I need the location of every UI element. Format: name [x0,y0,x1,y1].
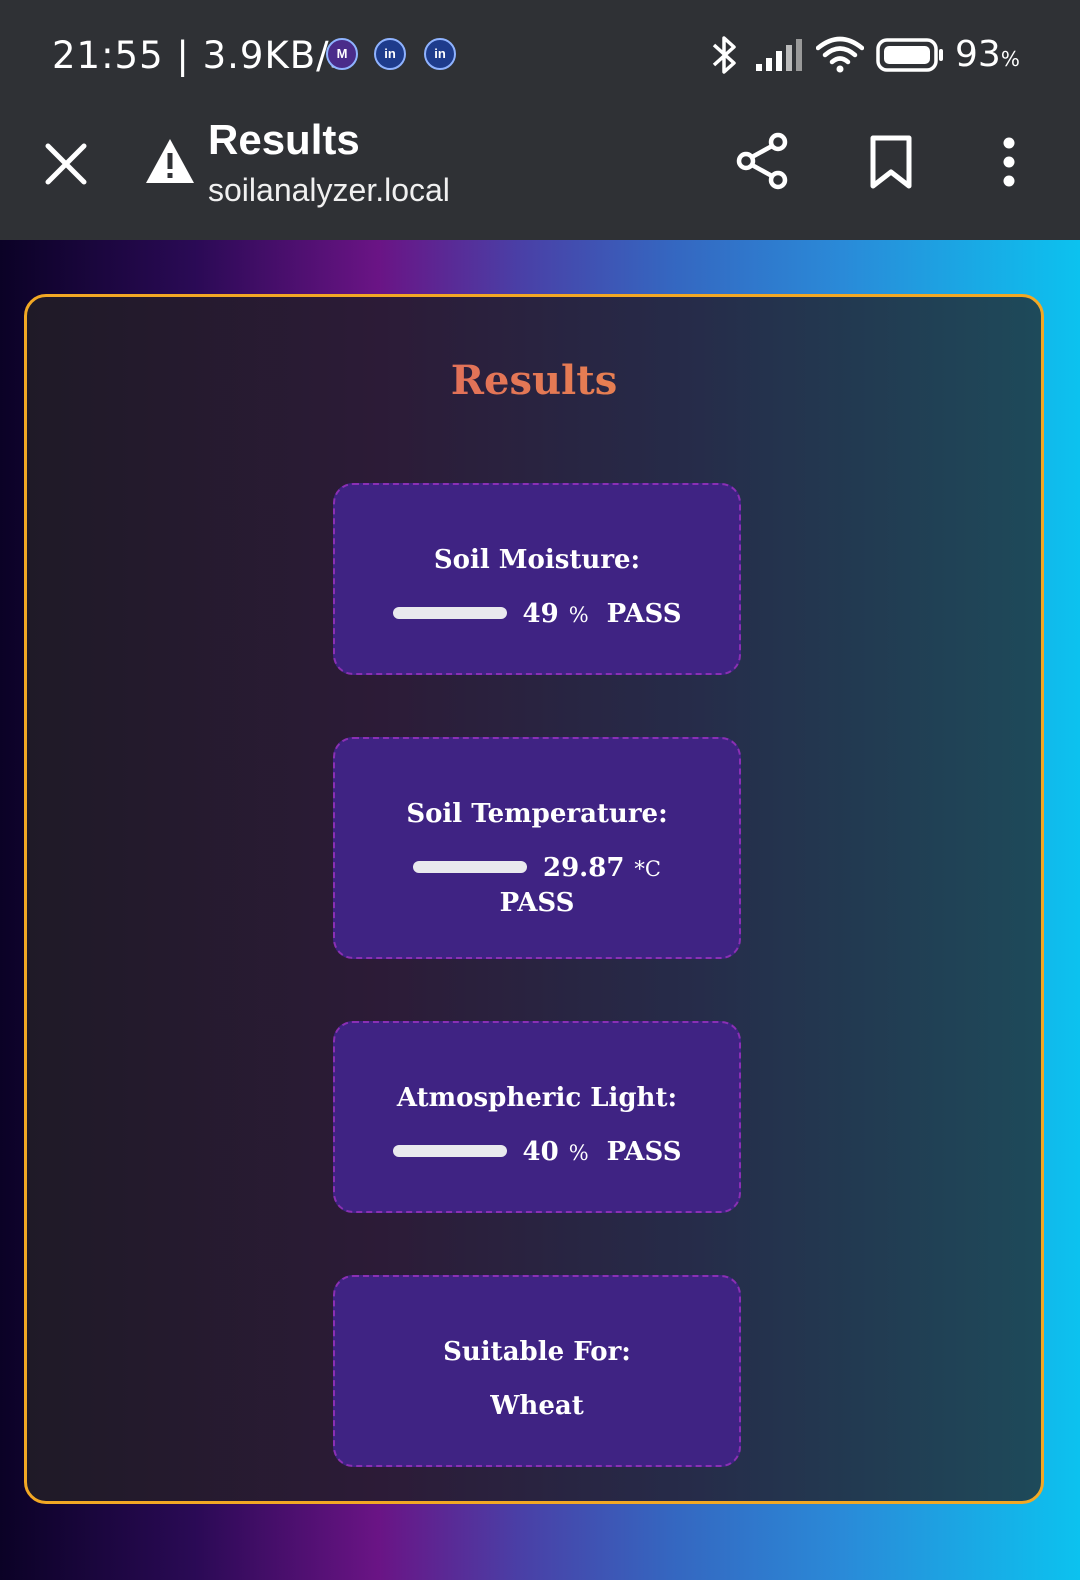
suitable-label: Suitable For: [443,1337,631,1367]
browser-toolbar: Results soilanalyzer.local [0,108,1080,240]
metric-unit: % [568,1141,589,1165]
battery-percent-unit: % [1000,47,1020,71]
soil-moisture-box: Soil Moisture: 49% PASS [333,483,741,675]
page-title: Results [27,357,1041,404]
bluetooth-icon [712,36,736,74]
warning-icon[interactable] [144,136,196,186]
close-icon[interactable] [40,138,92,190]
metric-reading: 29.87 *C PASS [335,851,739,920]
light-progress-bar [392,1145,507,1157]
status-bar: 21:55 | 3.9KB/s M in in 93% [0,0,1080,108]
page-tab-title: Results [208,116,360,163]
soil-temperature-box: Soil Temperature: 29.87 *C PASS [333,737,741,959]
metric-value: 40 [522,1137,559,1167]
suitable-crop-box: Suitable For: Wheat [333,1275,741,1467]
metric-value: 49 [522,599,559,629]
page-url[interactable]: soilanalyzer.local [208,172,450,209]
atmospheric-light-box: Atmospheric Light: 40% PASS [333,1021,741,1213]
metric-unit: *C [634,857,661,881]
battery-icon [876,38,943,72]
results-card: Results Soil Moisture: 49% PASS Soil Temp… [24,294,1044,1504]
status-time-speed: 21:55 | 3.9KB/s [52,34,350,77]
notification-app-icon: M [326,38,358,70]
metric-status: PASS [499,888,575,918]
metric-unit: % [568,603,589,627]
metric-reading: 40% PASS [335,1135,739,1170]
metric-reading: 49% PASS [335,597,739,632]
linkedin-notification-icon: in [374,38,406,70]
metric-label: Soil Temperature: [406,799,668,829]
suitable-crop: Wheat [490,1391,584,1421]
signal-icon [756,39,802,71]
metric-label: Atmospheric Light: [396,1083,678,1113]
metric-value: 29.87 [543,853,625,883]
metric-status: PASS [606,599,682,629]
metric-label: Soil Moisture: [433,545,641,575]
battery-percent: 93% [955,34,1020,75]
temperature-progress-bar [413,861,527,873]
bookmark-icon[interactable] [868,134,914,190]
share-icon[interactable] [736,132,790,190]
wifi-icon [816,36,864,73]
moisture-progress-bar [392,607,507,619]
battery-percent-value: 93 [955,34,1001,75]
more-vert-icon[interactable] [994,136,1024,188]
metric-status: PASS [606,1137,682,1167]
linkedin-notification-icon: in [424,38,456,70]
